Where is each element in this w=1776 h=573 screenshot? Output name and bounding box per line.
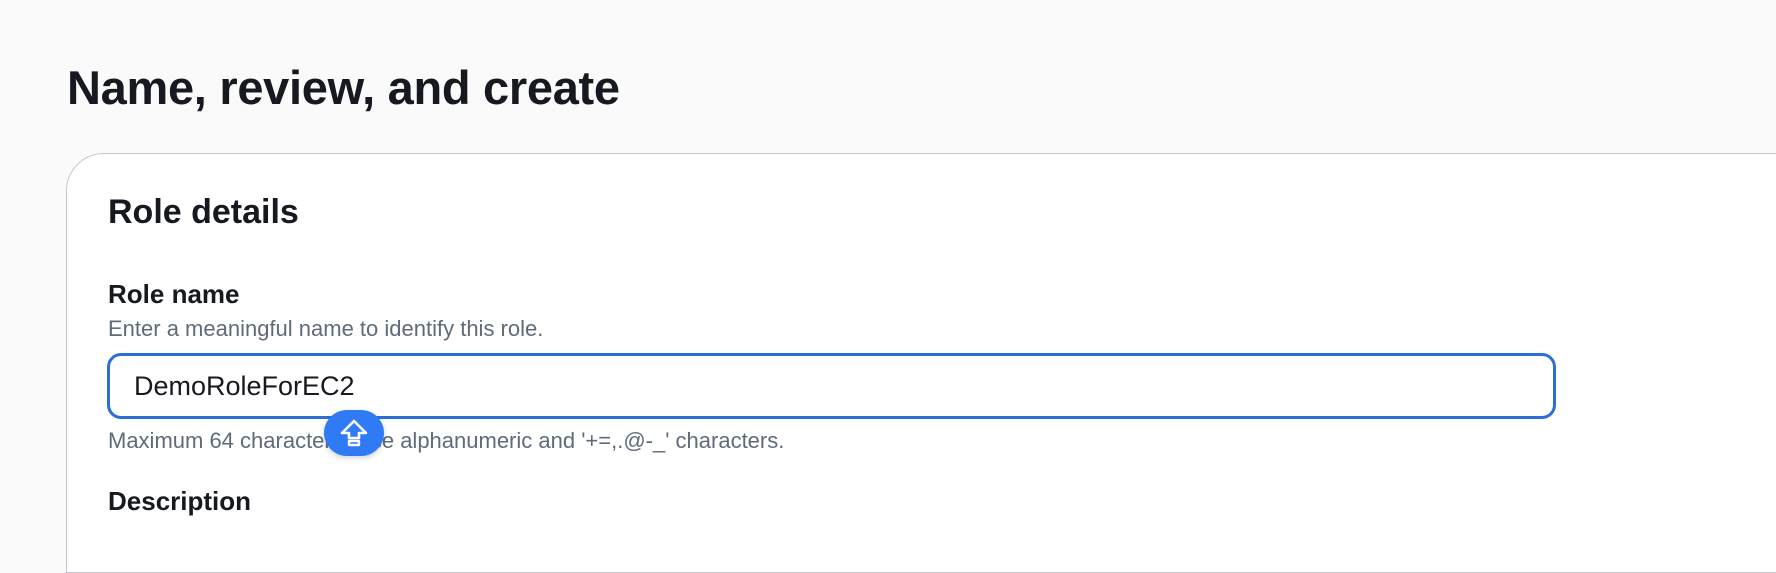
role-name-description: Enter a meaningful name to identify this… [108,316,544,341]
shift-arrow-icon [340,419,368,447]
shift-key-badge[interactable] [324,410,384,456]
page-title: Name, review, and create [67,61,620,114]
role-details-heading: Role details [108,193,299,231]
role-name-constraint: Maximum 64 characters. Use alphanumeric … [108,428,785,453]
role-name-input[interactable] [107,353,1556,419]
description-label: Description [108,486,252,516]
role-name-label: Role name [108,279,240,309]
